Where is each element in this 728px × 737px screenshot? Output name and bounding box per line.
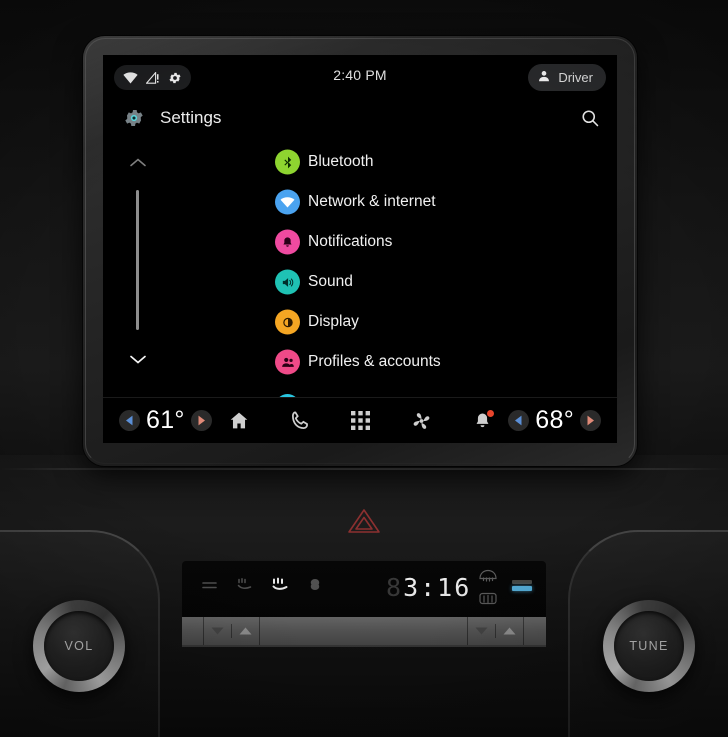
tune-knob-face: TUNE [614, 611, 684, 681]
settings-item-bluetooth[interactable]: Bluetooth [103, 142, 617, 182]
passenger-temp-control: 68° [508, 406, 601, 435]
hazard-button[interactable] [327, 487, 401, 537]
brightness-icon [275, 309, 300, 335]
right-temp-decrease-button[interactable] [508, 410, 530, 431]
rear-defrost-icon[interactable] [478, 591, 498, 611]
hvac-clock-ghost-digit: 8 [386, 573, 404, 602]
settings-item-label: Display [308, 313, 359, 330]
fan-icon[interactable] [410, 410, 433, 432]
right-rocker-up-icon[interactable] [496, 617, 523, 645]
settings-item-sound[interactable]: Sound [103, 262, 617, 302]
settings-list: Bluetooth Network & internet Notificatio… [103, 142, 617, 417]
infotainment-screen: 2:40 PM Driver Settings Bluetooth Networ… [103, 55, 617, 443]
button-bar-cap-right[interactable] [524, 617, 546, 645]
status-bar: 2:40 PM Driver [103, 55, 617, 99]
settings-gear-icon [123, 107, 145, 134]
dashboard-seam [0, 468, 728, 470]
settings-item-label: Network & internet [308, 193, 436, 210]
settings-item-label: Sound [308, 273, 353, 290]
settings-item-display[interactable]: Display [103, 302, 617, 342]
driver-profile-label: Driver [558, 70, 593, 85]
air-face-icon[interactable] [202, 578, 217, 596]
front-defrost-icon[interactable] [478, 568, 498, 588]
settings-item-label: Profiles & accounts [308, 353, 441, 370]
air-feet-icon[interactable] [237, 577, 252, 596]
page-title: Settings [160, 108, 222, 127]
right-rocker-down-icon[interactable] [468, 617, 495, 645]
driver-profile-chip[interactable]: Driver [528, 64, 606, 91]
button-bar-cap-left[interactable] [182, 617, 204, 645]
bottom-toolbar: 61° 68° [103, 397, 617, 443]
volume-icon [275, 269, 300, 295]
hazard-triangle-icon [347, 507, 381, 540]
settings-item-network-internet[interactable]: Network & internet [103, 182, 617, 222]
notifications-bell-icon[interactable] [473, 409, 494, 431]
app-header: Settings [103, 99, 617, 142]
recirculate-icon[interactable] [308, 578, 322, 596]
people-icon [275, 349, 300, 375]
home-icon[interactable] [228, 410, 250, 431]
settings-item-label: Bluetooth [308, 153, 374, 170]
apps-grid-icon[interactable] [351, 411, 370, 430]
left-rocker-up-icon[interactable] [232, 617, 259, 645]
search-icon[interactable] [580, 108, 600, 133]
button-bar-center[interactable] [260, 617, 468, 645]
volume-knob[interactable]: VOL [33, 600, 125, 692]
volume-knob-face: VOL [44, 611, 114, 681]
hvac-mode-icons [202, 577, 322, 596]
led-segment-dim [512, 580, 532, 584]
right-rocker-button [468, 617, 524, 645]
led-segment-active [512, 586, 532, 591]
network-icon [275, 189, 300, 215]
settings-item-label: Notifications [308, 233, 393, 250]
tune-knob[interactable]: TUNE [603, 600, 695, 692]
hvac-indicator-led [512, 580, 532, 594]
left-rocker-down-icon[interactable] [204, 617, 231, 645]
person-icon [537, 69, 551, 86]
volume-knob-label: VOL [64, 639, 94, 653]
settings-item-profiles-accounts[interactable]: Profiles & accounts [103, 342, 617, 382]
tune-knob-label: TUNE [629, 639, 669, 653]
left-rocker-button [204, 617, 260, 645]
air-mix-icon[interactable] [272, 577, 288, 596]
hvac-panel: 8 3:16 [182, 561, 546, 617]
phone-icon[interactable] [290, 410, 311, 431]
notification-badge [487, 409, 494, 417]
hvac-segment-clock: 8 3:16 [386, 573, 471, 602]
bluetooth-icon [275, 149, 300, 175]
defroster-icons [478, 568, 498, 611]
physical-button-bar [182, 617, 546, 647]
settings-item-container: Bluetooth Network & internet Notificatio… [103, 142, 617, 402]
right-temp-increase-button[interactable] [580, 410, 601, 431]
settings-item-notifications[interactable]: Notifications [103, 222, 617, 262]
bell-icon [275, 229, 300, 255]
hvac-clock-value: 3:16 [403, 573, 472, 602]
passenger-temp-value: 68° [535, 406, 574, 434]
